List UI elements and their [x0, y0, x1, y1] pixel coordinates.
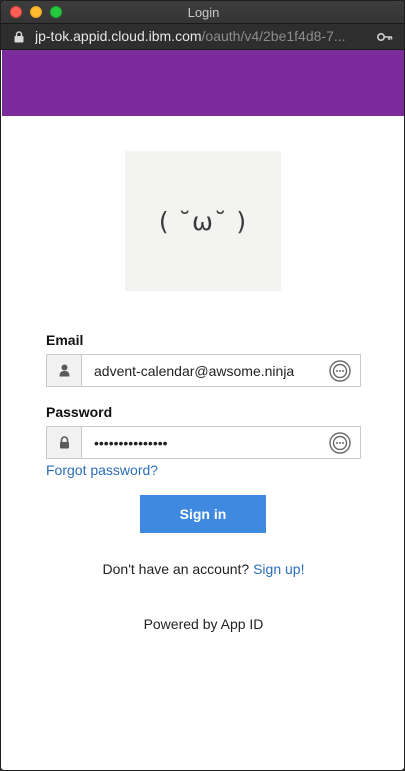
password-field[interactable]: •••••••••••••••: [46, 426, 361, 459]
password-addon: [47, 427, 82, 458]
browser-window: Login jp-tok.appid.cloud.ibm.com/oauth/v…: [0, 0, 405, 771]
brand-header-bar: [2, 50, 404, 116]
password-manager-icon[interactable]: [329, 360, 351, 382]
forgot-password-link[interactable]: Forgot password?: [46, 462, 158, 478]
sign-in-button[interactable]: Sign in: [140, 495, 266, 533]
signup-prompt: Don't have an account?: [102, 561, 250, 577]
signup-row: Don't have an account? Sign up!: [1, 561, 404, 577]
logo-kaomoji: ( ˘ω˘ ): [158, 206, 248, 236]
url-path: /oauth/v4/2be1f4d8-7...: [201, 28, 346, 44]
password-label: Password: [46, 404, 113, 420]
url-host: jp-tok.appid.cloud.ibm.com: [35, 28, 202, 44]
url-text[interactable]: jp-tok.appid.cloud.ibm.com/oauth/v4/2be1…: [35, 28, 365, 44]
address-bar[interactable]: jp-tok.appid.cloud.ibm.com/oauth/v4/2be1…: [1, 24, 404, 50]
password-lock-icon: [60, 436, 69, 449]
password-value: •••••••••••••••: [94, 435, 168, 451]
email-value: advent-calendar@awsome.ninja: [94, 363, 295, 379]
signup-link[interactable]: Sign up!: [253, 561, 304, 577]
key-icon[interactable]: [377, 31, 393, 43]
app-logo: ( ˘ω˘ ): [125, 151, 281, 291]
window-title: Login: [187, 5, 220, 20]
powered-by-text: Powered by App ID: [143, 616, 264, 632]
email-label: Email: [46, 332, 84, 348]
password-manager-icon[interactable]: [329, 432, 351, 454]
email-addon: [47, 355, 82, 386]
user-icon: [59, 364, 70, 377]
email-field[interactable]: advent-calendar@awsome.ninja: [46, 354, 361, 387]
title-bar: Login: [1, 1, 404, 24]
lock-icon: [14, 31, 24, 43]
